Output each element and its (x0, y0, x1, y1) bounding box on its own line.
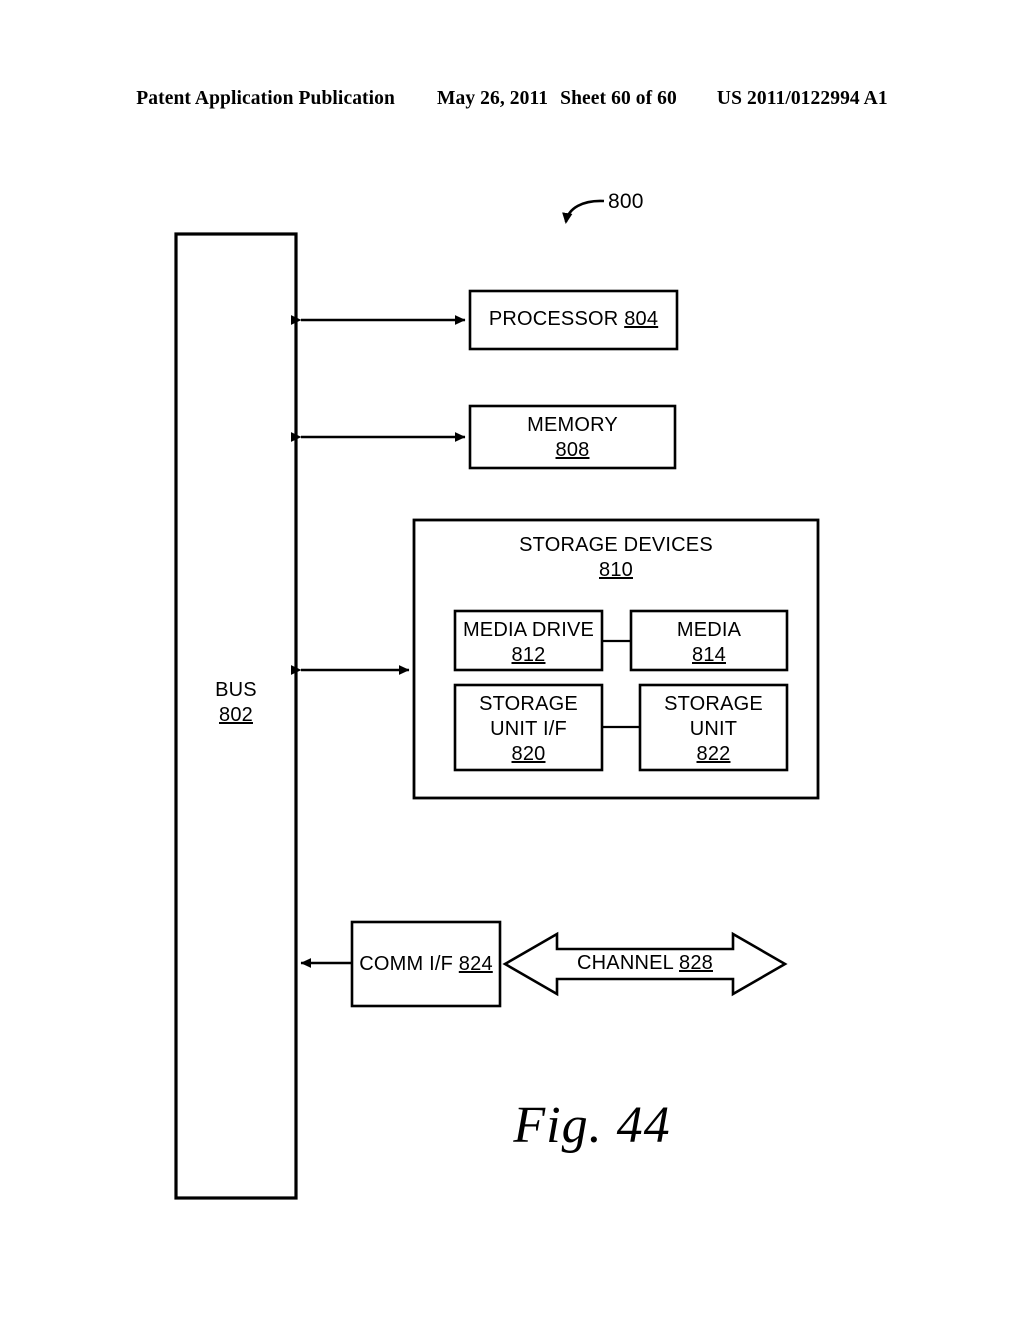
figure-caption: Fig. 44 (513, 1097, 671, 1154)
reference-800-label: 800 (608, 190, 644, 213)
media-drive-label: MEDIA DRIVE 812 (462, 619, 595, 666)
figure-44-block-diagram: 800 BUS 802 PROCESSOR 804 MEMORY 808 STO… (0, 0, 1024, 1320)
media-label: MEDIA 814 (676, 619, 742, 666)
reference-800-leader (562, 199, 605, 224)
memory-label: MEMORY 808 (527, 414, 618, 461)
bus-label: BUS 802 (215, 679, 257, 726)
storage-devices-label: STORAGE DEVICES 810 (519, 534, 713, 581)
storage-unit-label: STORAGE UNIT 822 (664, 693, 763, 765)
processor-label: PROCESSOR 804 (488, 308, 659, 330)
channel-label: CHANNEL 828 (577, 952, 713, 974)
storage-unit-if-label: STORAGE UNIT I/F 820 (479, 693, 578, 765)
comm-if-label: COMM I/F 824 (359, 953, 493, 975)
